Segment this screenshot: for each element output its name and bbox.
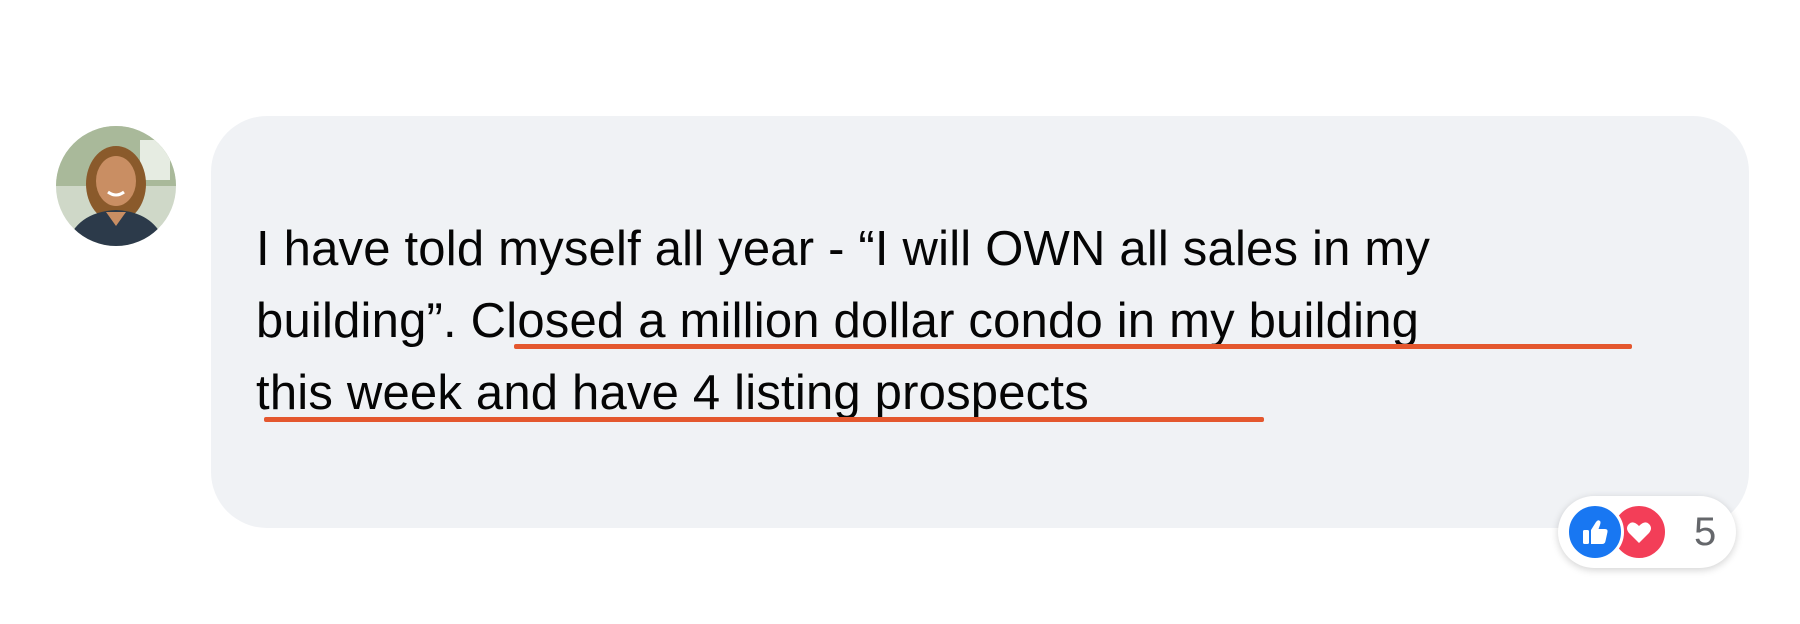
- reaction-summary[interactable]: 5: [1558, 496, 1736, 568]
- avatar-image: [56, 126, 176, 246]
- reaction-count: 5: [1694, 510, 1717, 554]
- comment-text: I have told myself all year - “I will OW…: [256, 213, 1716, 429]
- comment-line: I have told myself all year - “I will OW…: [256, 222, 1431, 276]
- commenter-avatar[interactable]: [56, 126, 176, 246]
- like-icon: [1566, 503, 1624, 561]
- highlight-underline: [264, 417, 1264, 422]
- highlight-underline: [514, 344, 1632, 349]
